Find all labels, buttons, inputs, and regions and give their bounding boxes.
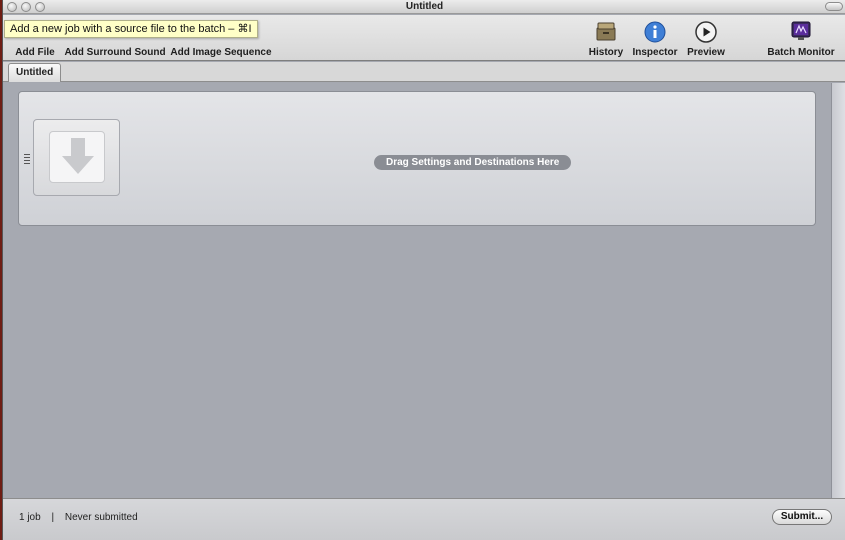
add-file-label: Add File <box>15 47 55 58</box>
tab-untitled[interactable]: Untitled <box>8 63 62 82</box>
preview-label: Preview <box>687 47 725 58</box>
drop-settings-hint: Drag Settings and Destinations Here <box>374 155 572 170</box>
source-drop-target <box>49 131 105 183</box>
compressor-window: Untitled Add File Add Surround Sound Add… <box>2 0 845 540</box>
info-icon <box>644 21 666 43</box>
submission-status: Never submitted <box>64 512 138 523</box>
job-row[interactable]: Drag Settings and Destinations Here <box>18 91 816 226</box>
inspector-label: Inspector <box>632 47 678 58</box>
status-info: 1 job | Never submitted <box>19 512 138 523</box>
add-file-tooltip: Add a new job with a source file to the … <box>4 20 258 38</box>
history-label: History <box>588 47 624 58</box>
batch-tab-bar: Untitled <box>3 62 845 82</box>
batch-monitor-label: Batch Monitor <box>767 47 835 58</box>
vertical-scrollbar[interactable] <box>831 83 845 498</box>
source-media-well[interactable] <box>33 119 120 196</box>
window-title: Untitled <box>405 1 444 12</box>
add-surround-sound-label: Add Surround Sound <box>64 47 166 58</box>
add-image-sequence-label: Add Image Sequence <box>170 47 272 58</box>
status-separator: | <box>51 512 55 523</box>
archive-box-icon <box>596 22 616 41</box>
preview-button[interactable]: Preview <box>684 15 728 61</box>
history-button[interactable]: History <box>586 15 626 61</box>
toolbar-toggle-button[interactable] <box>825 2 843 11</box>
play-icon <box>695 21 717 43</box>
batch-monitor-button[interactable]: Batch Monitor <box>763 15 839 61</box>
status-bar: 1 job | Never submitted Submit... <box>3 498 845 540</box>
drag-handle-icon[interactable] <box>24 154 30 164</box>
job-count: 1 job <box>19 512 41 523</box>
submit-button[interactable]: Submit... <box>772 509 832 525</box>
batch-area[interactable]: Drag Settings and Destinations Here <box>3 83 831 498</box>
inspector-button[interactable]: Inspector <box>630 15 680 61</box>
title-bar[interactable]: Untitled <box>3 0 845 14</box>
download-arrow-icon <box>62 138 94 174</box>
monitor-icon <box>791 21 811 40</box>
